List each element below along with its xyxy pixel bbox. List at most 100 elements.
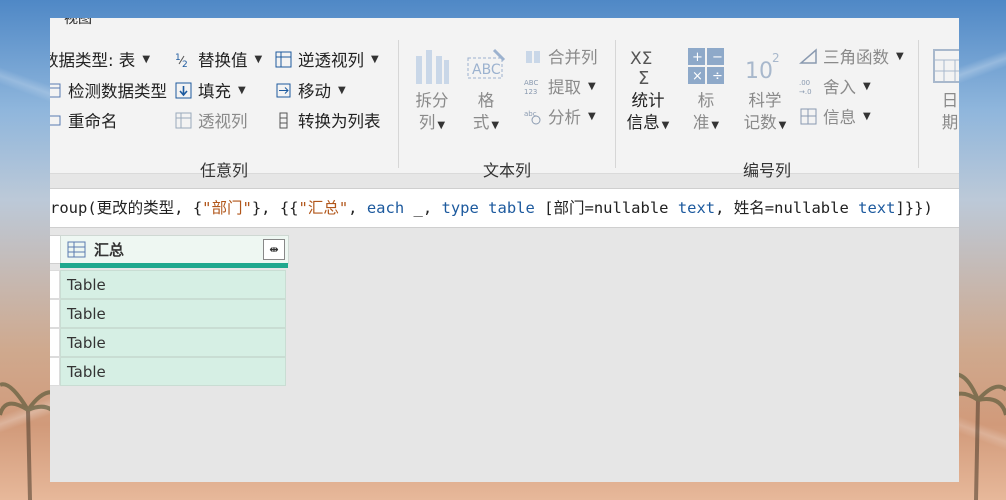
calendar-icon (933, 49, 959, 83)
detect-type-icon (50, 83, 61, 97)
table-row[interactable]: Table (60, 299, 286, 328)
column-quality-bar (60, 263, 288, 268)
trigonometry-button[interactable]: 三角函数 ▼ (799, 44, 904, 68)
list-icon (279, 112, 288, 128)
table-row[interactable]: Table (60, 328, 286, 357)
table-row[interactable]: Table (60, 270, 286, 299)
group-label-number-column: 编号列 (742, 161, 791, 180)
table-icon (67, 241, 86, 258)
parse-button[interactable]: abc 分析 ▼ (524, 104, 596, 128)
pivot-column-button[interactable]: 透视列 (174, 108, 248, 132)
svg-text:2: 2 (772, 51, 780, 65)
split-column-button[interactable]: 拆分 列 ▼ (408, 44, 456, 137)
format-button[interactable]: ABC 格 式 ▼ (462, 44, 510, 137)
chevron-down-icon: ▼ (238, 84, 246, 96)
row-number[interactable] (50, 270, 60, 299)
svg-text:ABC: ABC (524, 79, 538, 87)
information-button[interactable]: 信息 ▼ (799, 104, 871, 128)
scientific-label-1: 科学 (748, 91, 782, 110)
svg-text:÷: ÷ (712, 69, 723, 84)
row-number[interactable] (50, 299, 60, 328)
rename-label: 重命名 (68, 112, 118, 131)
statistics-label-2: 信息 ▼ (626, 113, 670, 132)
triangle-icon (799, 47, 817, 64)
rounding-icon: .00→.0 (799, 79, 812, 96)
data-type-button[interactable]: 数据类型: 表 ▼ (50, 47, 150, 71)
svg-text:10: 10 (745, 59, 773, 84)
merge-columns-icon (526, 50, 540, 63)
split-label-2: 列 ▼ (418, 113, 446, 132)
information-label: 信息 (823, 108, 856, 127)
statistics-sigma-icon: XΣΣ (630, 49, 652, 88)
parse-label: 分析 (548, 108, 581, 127)
svg-text:abc: abc (524, 110, 537, 118)
table-row[interactable]: Table (60, 357, 286, 386)
convert-to-list-label: 转换为列表 (298, 112, 381, 131)
chevron-down-icon: ▼ (588, 80, 596, 92)
chevron-down-icon: ▼ (338, 84, 346, 96)
replace-values-button[interactable]: 12 替换值 ▼ (174, 47, 262, 71)
parse-icon: abc (524, 110, 541, 124)
column-header-summary[interactable]: 汇总 ⇹ (60, 235, 289, 264)
extract-button[interactable]: ABC 123 提取 ▼ (524, 74, 596, 98)
unpivot-label: 逆透视列 (298, 51, 364, 70)
ribbon: 视图 数据类型: 表 ▼ 检测数据类型 重命名 12 替换值 ▼ 填充 ▼ 透视… (50, 18, 959, 180)
information-icon (800, 108, 817, 124)
fill-down-icon (175, 82, 192, 98)
chevron-down-icon: ▼ (371, 53, 379, 65)
power-query-editor: 视图 数据类型: 表 ▼ 检测数据类型 重命名 12 替换值 ▼ 填充 ▼ 透视… (50, 18, 959, 482)
move-label: 移动 (298, 82, 331, 101)
fill-button[interactable]: 填充 ▼ (174, 78, 246, 102)
svg-text:×: × (692, 69, 703, 84)
column-header-label: 汇总 (94, 241, 125, 259)
row-number[interactable] (50, 357, 60, 386)
svg-text:+: + (692, 50, 703, 65)
split-label-1: 拆分 (415, 91, 449, 110)
svg-text:123: 123 (524, 88, 537, 96)
chevron-down-icon: ▼ (142, 53, 151, 65)
scientific-button[interactable]: 10 2 科学 记数 ▼ (735, 44, 795, 137)
svg-text:ABC: ABC (472, 62, 501, 78)
svg-text:XΣ: XΣ (630, 49, 652, 69)
svg-text:−: − (712, 50, 723, 65)
group-label-any-column: 任意列 (199, 161, 248, 180)
format-abc-icon: ABC (467, 48, 506, 79)
convert-to-list-button[interactable]: 转换为列表 (274, 108, 381, 132)
group-date-column: 日 期 (922, 36, 959, 171)
group-any-column: 数据类型: 表 ▼ 检测数据类型 重命名 12 替换值 ▼ 填充 ▼ 透视列 逆… (50, 36, 398, 180)
date-label-1: 日 (941, 91, 959, 110)
trigonometry-label: 三角函数 (823, 48, 889, 67)
svg-text:1: 1 (175, 53, 181, 63)
detect-data-type-button[interactable]: 检测数据类型 (50, 78, 167, 102)
merge-columns-button[interactable]: 合并列 (524, 44, 598, 68)
svg-text:Σ: Σ (638, 68, 649, 88)
rounding-button[interactable]: .00 →.0 舍入 ▼ (799, 74, 871, 98)
scientific-label-2: 记数 ▼ (743, 113, 787, 132)
svg-text:2: 2 (182, 60, 188, 69)
date-button[interactable]: 日 期 (928, 44, 959, 134)
expand-column-button[interactable]: ⇹ (263, 239, 285, 260)
move-icon (276, 83, 291, 97)
chevron-down-icon: ▼ (254, 53, 263, 65)
chevron-down-icon: ▼ (863, 110, 871, 122)
standard-label-1: 标 (697, 91, 715, 110)
standard-button[interactable]: + − × ÷ 标 准 ▼ (681, 44, 731, 137)
svg-text:→.0: →.0 (799, 88, 812, 96)
statistics-button[interactable]: XΣ Σ 统计 信息 ▼ (621, 44, 675, 137)
extract-icon: ABC123 (524, 79, 538, 96)
rename-button[interactable]: 重命名 (50, 108, 118, 132)
unpivot-icon (275, 51, 292, 67)
row-number[interactable] (50, 328, 60, 357)
merge-columns-label: 合并列 (548, 48, 598, 67)
date-label-2: 期 (941, 113, 959, 132)
move-button[interactable]: 移动 ▼ (274, 78, 346, 102)
fill-label: 填充 (198, 82, 231, 101)
replace-values-icon: 12 (175, 53, 188, 69)
scientific-power-icon: 102 (745, 51, 780, 84)
unpivot-button[interactable]: 逆透视列 ▼ (274, 47, 379, 71)
tab-view[interactable]: 视图 (64, 18, 92, 28)
pivot-label: 透视列 (198, 112, 248, 131)
chevron-down-icon: ▼ (896, 50, 904, 62)
statistics-label-1: 统计 (631, 91, 665, 110)
formula-bar[interactable]: roup(更改的类型, {"部门"}, {{"汇总", each _, type… (50, 188, 959, 228)
